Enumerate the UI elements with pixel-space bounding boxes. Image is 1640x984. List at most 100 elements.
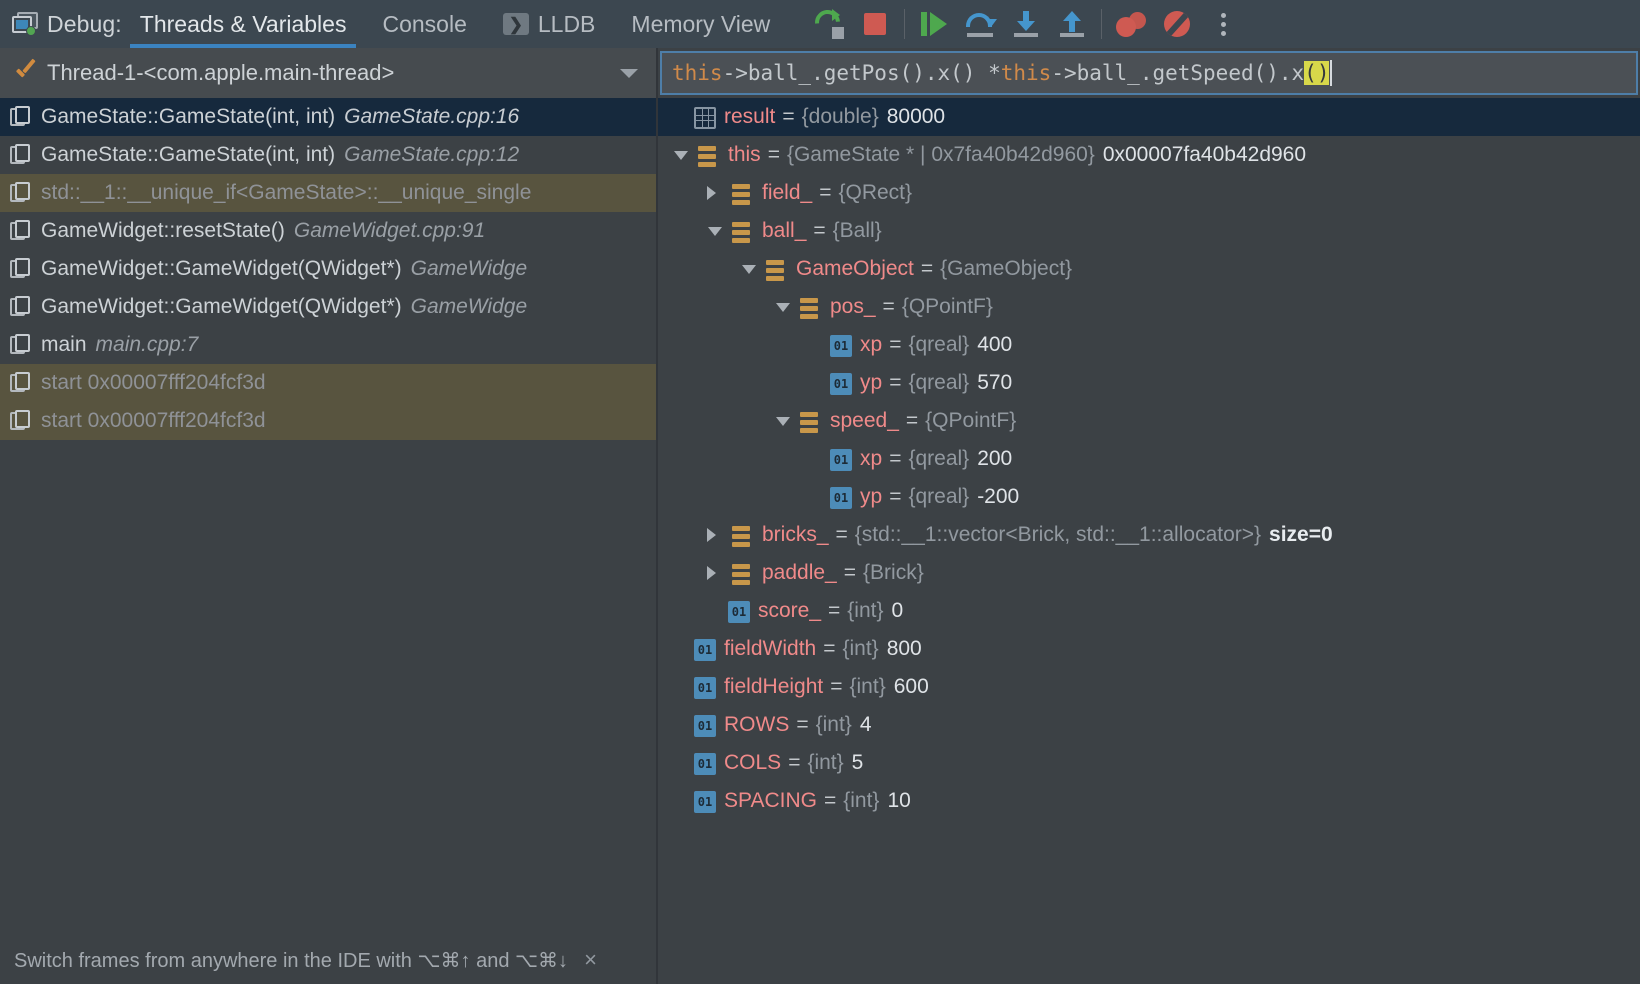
twisty-placeholder — [804, 478, 830, 516]
chevron-down-icon[interactable] — [770, 402, 796, 440]
debugger-window: Debug: Threads & Variables Console ❯ LLD… — [0, 0, 1640, 984]
variable-type: {int} — [847, 599, 884, 622]
chevron-down-icon[interactable] — [736, 250, 762, 288]
variable-row[interactable]: bricks_ = {std::__1::vector<Brick, std::__… — [658, 516, 1640, 554]
tab-console[interactable]: Console — [364, 0, 484, 48]
debug-title-group: Debug: — [0, 11, 122, 38]
equals-sign: = — [823, 637, 836, 660]
variable-type: {Ball} — [832, 219, 882, 242]
chevron-right-icon[interactable] — [702, 174, 728, 212]
toolbar-divider — [904, 9, 906, 39]
frame-row[interactable]: GameWidget::GameWidget(QWidget*) GameWidg… — [0, 288, 656, 326]
primitive-value-icon: 01 — [728, 601, 750, 623]
variable-row[interactable]: 01 yp = {qreal} 570 — [658, 364, 1640, 402]
variable-value: 400 — [977, 333, 1013, 356]
variable-row[interactable]: 01 xp = {qreal} 200 — [658, 440, 1640, 478]
step-into-icon — [1012, 11, 1040, 37]
variable-row[interactable]: paddle_ = {Brick} — [658, 554, 1640, 592]
frame-row[interactable]: GameState::GameState(int, int) GameState.… — [0, 98, 656, 136]
object-value-icon — [694, 142, 720, 168]
variable-row[interactable]: pos_ = {QPointF} — [658, 288, 1640, 326]
chevron-down-icon[interactable] — [702, 212, 728, 250]
chevron-right-icon[interactable] — [702, 554, 728, 592]
variable-row[interactable]: ball_ = {Ball} — [658, 212, 1640, 250]
equals-sign: = — [843, 561, 857, 584]
equals-sign: = — [882, 295, 895, 318]
frame-row[interactable]: GameState::GameState(int, int) GameState.… — [0, 136, 656, 174]
step-into-button[interactable] — [1003, 0, 1049, 48]
variable-type: {qreal} — [908, 333, 970, 356]
variable-row[interactable]: result = {double} 80000 — [658, 98, 1640, 136]
variable-row[interactable]: 01 ROWS = {int} 4 — [658, 706, 1640, 744]
variable-row[interactable]: GameObject = {GameObject} — [658, 250, 1640, 288]
primitive-value-icon: 01 — [830, 373, 852, 395]
frame-row[interactable]: std::__1::__unique_if<GameState>::__uniq… — [0, 174, 656, 212]
equals-sign: = — [889, 447, 902, 470]
variable-row[interactable]: 01 COLS = {int} 5 — [658, 744, 1640, 782]
text-caret — [1330, 60, 1333, 86]
step-over-button[interactable] — [957, 0, 1003, 48]
primitive-value-icon: 01 — [830, 449, 852, 471]
mute-breakpoints-button[interactable] — [1154, 0, 1200, 48]
close-icon[interactable]: × — [584, 947, 597, 973]
variable-row[interactable]: 01 fieldWidth = {int} 800 — [658, 630, 1640, 668]
frame-row[interactable]: main main.cpp:7 — [0, 326, 656, 364]
frame-location: GameWidget.cpp:91 — [293, 219, 486, 242]
variable-type: {int} — [815, 713, 852, 736]
variable-row[interactable]: this = {GameState * | 0x7fa40b42d960} 0x000… — [658, 136, 1640, 174]
thread-selector[interactable]: Thread-1-<com.apple.main-thread> — [0, 48, 656, 98]
tab-memory-view[interactable]: Memory View — [613, 0, 788, 48]
object-value-icon — [796, 294, 822, 320]
variable-row[interactable]: 01 fieldHeight = {int} 600 — [658, 668, 1640, 706]
chevron-down-icon[interactable] — [620, 69, 638, 78]
rerun-button[interactable] — [806, 0, 852, 48]
resume-button[interactable] — [911, 0, 957, 48]
variable-name: pos_ — [830, 295, 876, 318]
variable-row[interactable]: speed_ = {QPointF} — [658, 402, 1640, 440]
tab-label: Console — [382, 10, 467, 37]
view-breakpoints-button[interactable] — [1108, 0, 1154, 48]
stack-frame-icon — [10, 410, 32, 432]
twisty-placeholder — [804, 364, 830, 402]
tab-threads-and-variables[interactable]: Threads & Variables — [122, 0, 365, 48]
tab-label: Threads & Variables — [139, 10, 347, 37]
primitive-value-icon: 01 — [694, 791, 716, 813]
equals-sign: = — [819, 181, 832, 204]
frame-row[interactable]: start 0x00007fff204fcf3d — [0, 402, 656, 440]
tab-lldb[interactable]: ❯ LLDB — [485, 0, 614, 48]
frame-row[interactable]: start 0x00007fff204fcf3d — [0, 364, 656, 402]
variable-value: 5 — [851, 751, 864, 774]
variable-name: yp — [860, 485, 883, 508]
variable-name: GameObject — [796, 257, 914, 280]
variable-row[interactable]: 01 SPACING = {int} 10 — [658, 782, 1640, 820]
breakpoints-icon — [1116, 11, 1147, 37]
frame-function: GameWidget::resetState() — [41, 219, 285, 242]
frame-row[interactable]: GameWidget::resetState() GameWidget.cpp:9… — [0, 212, 656, 250]
frames-list[interactable]: GameState::GameState(int, int) GameState.… — [0, 98, 656, 898]
stop-icon — [864, 13, 887, 35]
frame-function: GameWidget::GameWidget(QWidget*) — [41, 257, 402, 280]
variable-row[interactable]: 01 score_ = {int} 0 — [658, 592, 1640, 630]
frame-location: GameState.cpp:16 — [344, 105, 520, 128]
variable-row[interactable]: field_ = {QRect} — [658, 174, 1640, 212]
variable-value: 800 — [886, 637, 922, 660]
chevron-down-icon[interactable] — [668, 136, 694, 174]
rerun-icon — [810, 4, 846, 41]
step-out-button[interactable] — [1049, 0, 1095, 48]
variable-type: {int} — [849, 675, 886, 698]
toolbar-divider — [1101, 9, 1103, 39]
chevron-down-icon[interactable] — [770, 288, 796, 326]
chevron-right-icon[interactable] — [702, 516, 728, 554]
more-options-button[interactable] — [1200, 0, 1246, 48]
variable-row[interactable]: 01 xp = {qreal} 400 — [658, 326, 1640, 364]
stop-button[interactable] — [852, 0, 898, 48]
frame-function: GameState::GameState(int, int) — [41, 143, 336, 166]
frame-row[interactable]: GameWidget::GameWidget(QWidget*) GameWidg… — [0, 250, 656, 288]
variable-value: 0 — [891, 599, 904, 622]
twisty-placeholder — [668, 98, 694, 136]
expression-input[interactable]: this ->ball_.getPos().x() * this ->ball_.g… — [660, 51, 1638, 95]
variables-tree[interactable]: result = {double} 80000 this = {GameState * | … — [658, 98, 1640, 984]
status-bar: Switch frames from anywhere in the IDE w… — [0, 936, 656, 984]
variable-type: {GameState * | 0x7fa40b42d960} — [786, 143, 1095, 166]
variable-row[interactable]: 01 yp = {qreal} -200 — [658, 478, 1640, 516]
